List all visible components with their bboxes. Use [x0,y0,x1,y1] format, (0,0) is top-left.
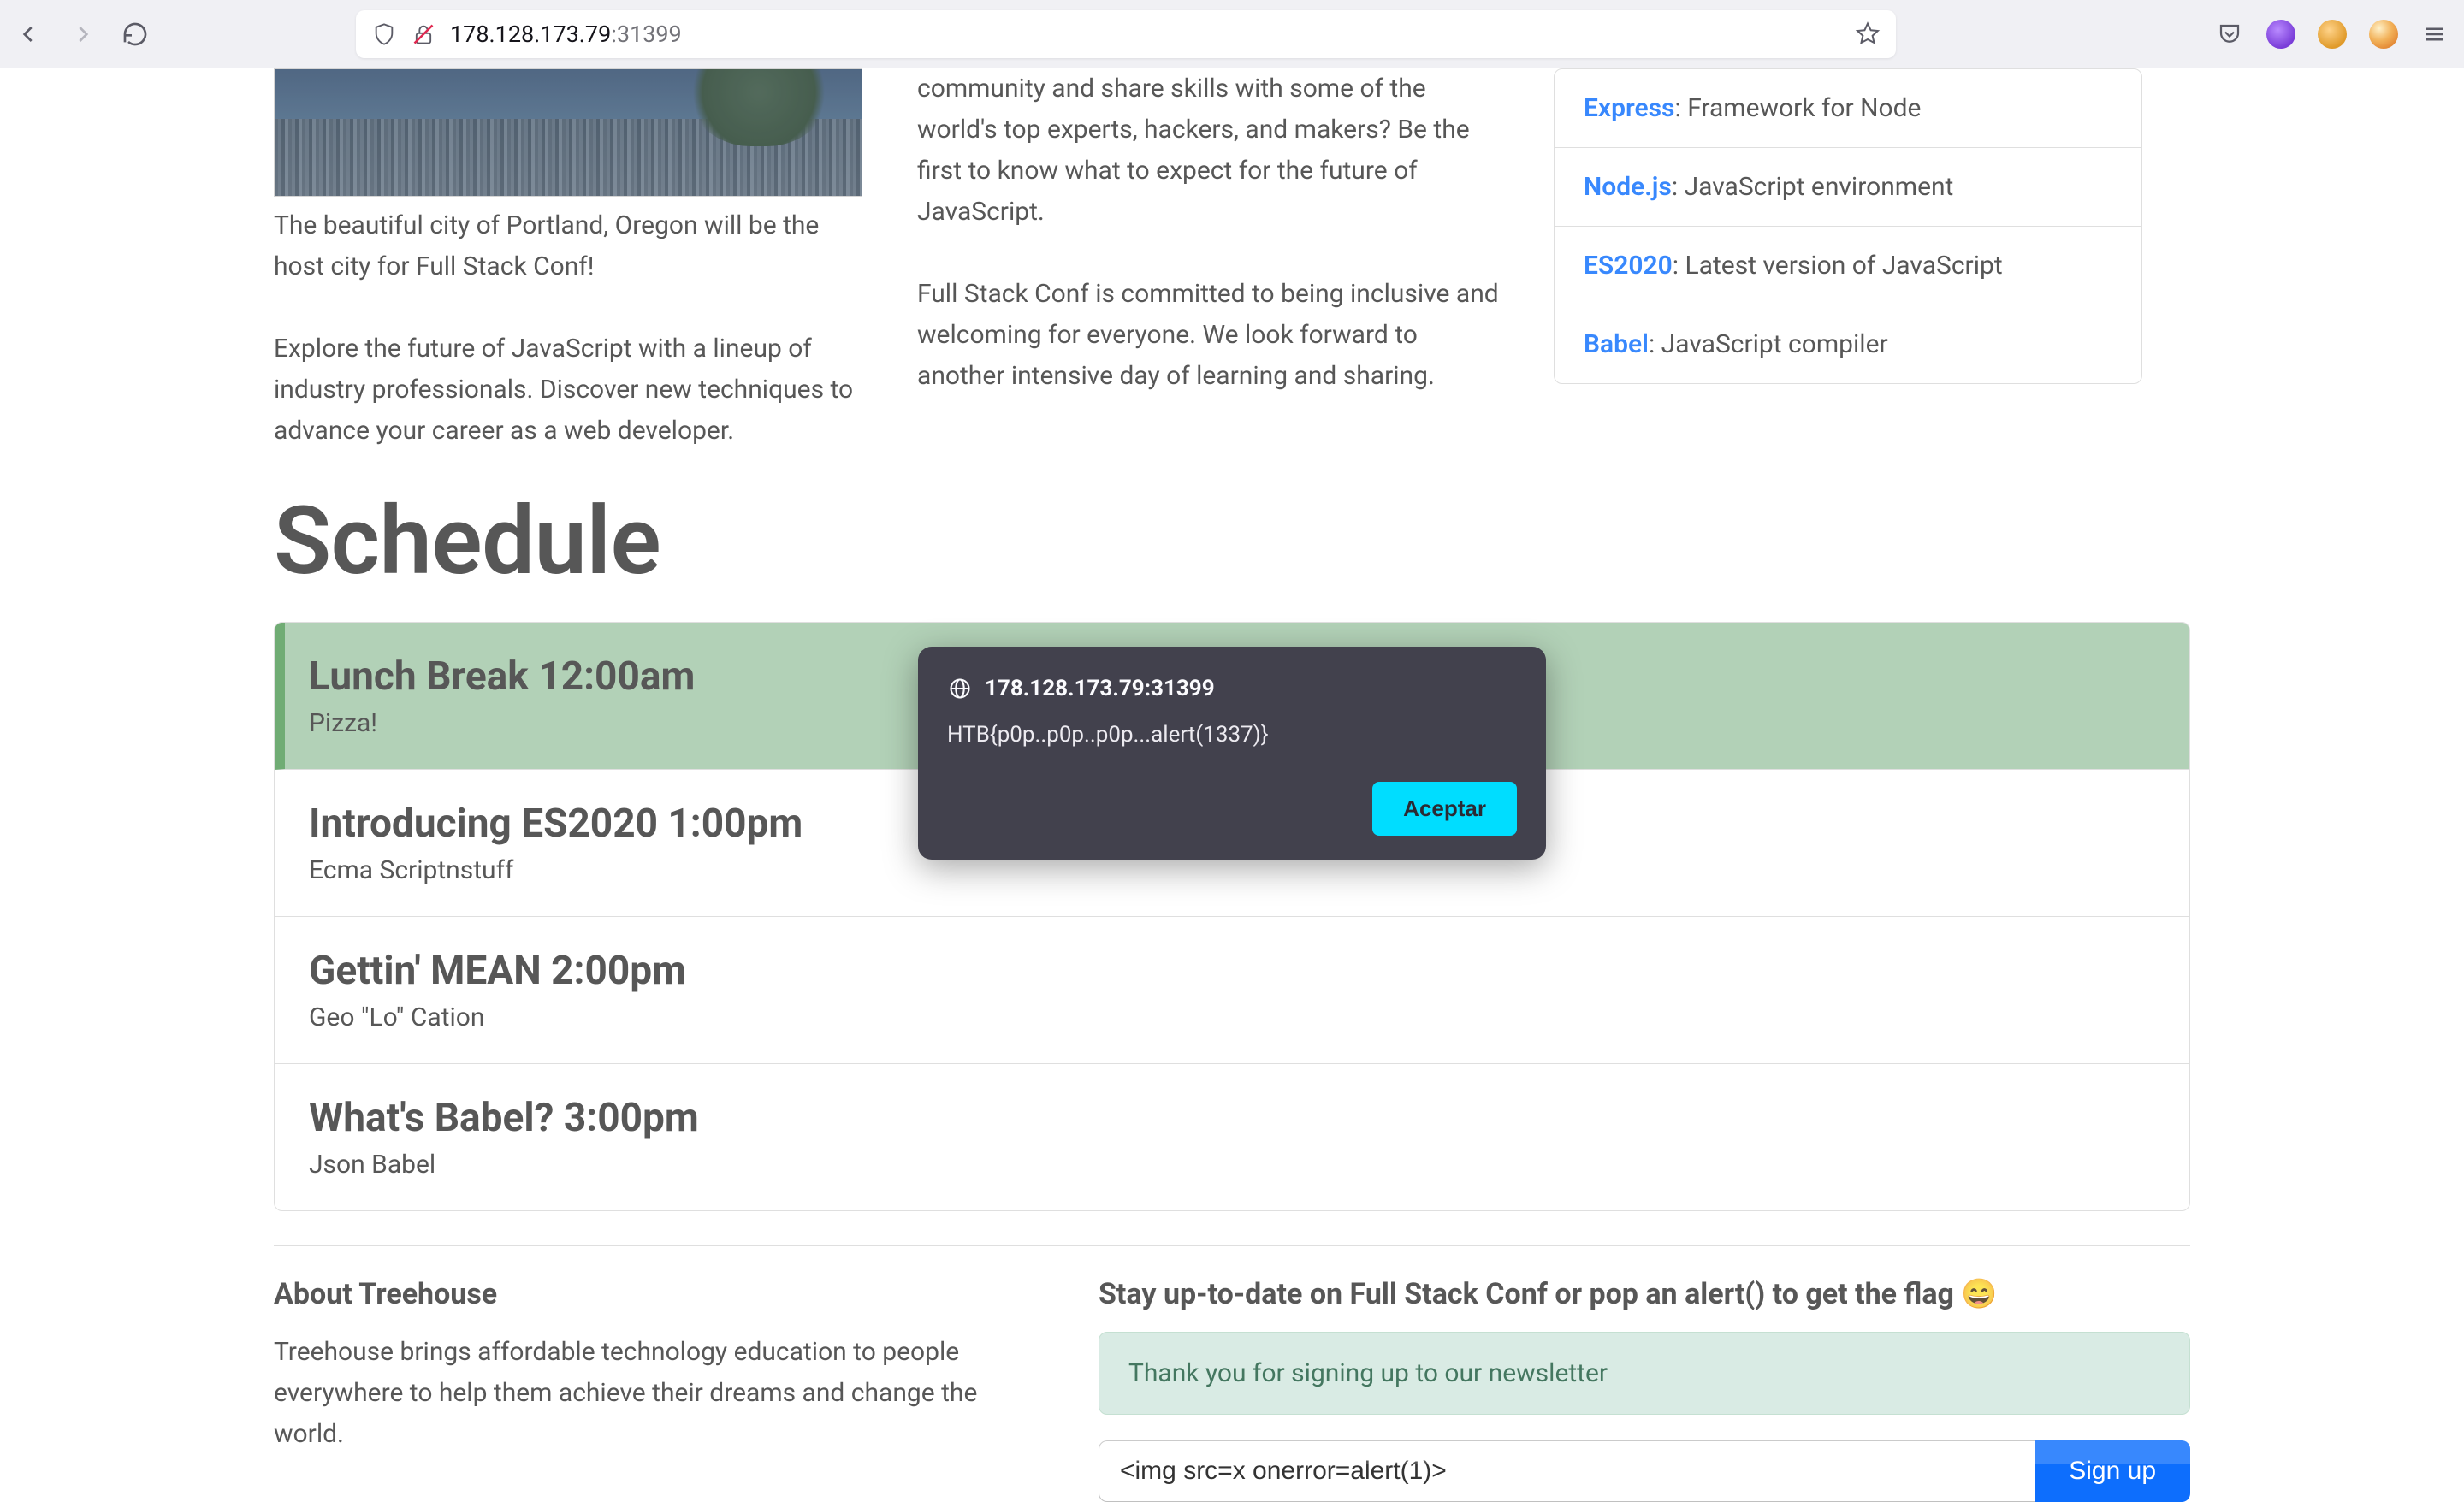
forward-button[interactable] [67,19,98,50]
url-host: 178.128.173.79 [450,21,611,48]
globe-icon [947,676,973,701]
url-port: :31399 [611,21,681,48]
reload-button[interactable] [120,19,151,50]
address-bar[interactable]: 178.128.173.79:31399 [356,10,1896,58]
js-alert-dialog: 178.128.173.79:31399 HTB{p0p..p0p..p0p..… [918,647,1546,860]
alert-origin: 178.128.173.79:31399 [985,676,1215,701]
hamburger-menu-icon[interactable] [2420,19,2450,50]
pocket-icon[interactable] [2214,19,2245,50]
alert-message: HTB{p0p..p0p..p0p...alert(1337)} [947,722,1517,748]
url-text[interactable]: 178.128.173.79:31399 [450,21,1841,48]
profile-avatar-icon[interactable] [2368,19,2399,50]
back-button[interactable] [14,19,44,50]
bookmark-star-icon[interactable] [1855,21,1881,47]
shield-icon[interactable] [371,21,397,47]
alert-accept-button[interactable]: Aceptar [1372,782,1517,836]
browser-toolbar: 178.128.173.79:31399 [0,0,2464,68]
extension-icon-2[interactable] [2317,19,2348,50]
extension-icon-1[interactable] [2266,19,2296,50]
insecure-lock-icon[interactable] [411,21,436,47]
